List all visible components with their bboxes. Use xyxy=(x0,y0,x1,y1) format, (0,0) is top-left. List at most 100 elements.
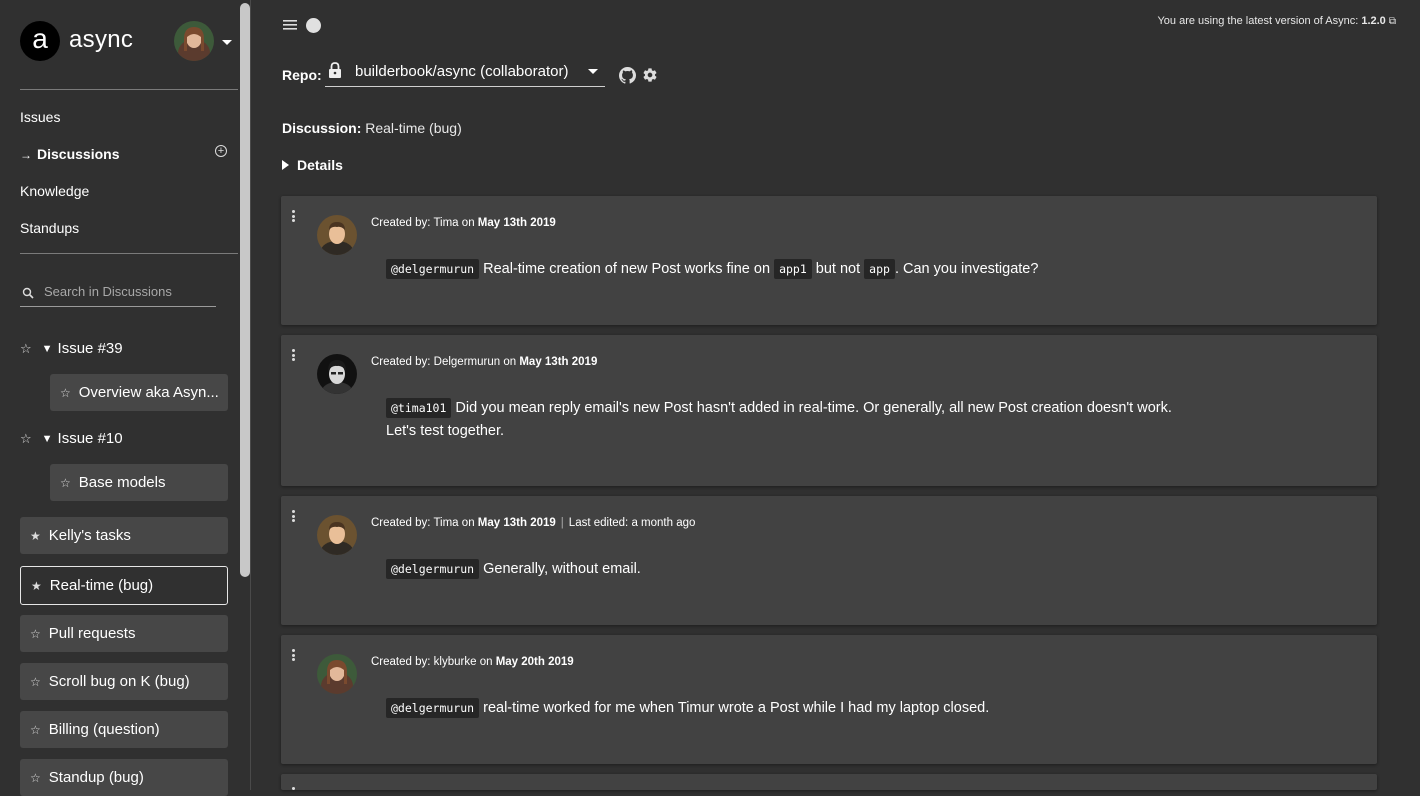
triangle-down-icon[interactable]: ▼ xyxy=(42,343,53,355)
post-meta: Created by: Tima on May 13th 2019 xyxy=(371,217,556,229)
discussion-name: Real-time (bug) xyxy=(365,120,462,136)
mention[interactable]: @delgermurun xyxy=(386,259,480,279)
post-body: @delgermurun Generally, without email. xyxy=(386,558,641,581)
separator: | xyxy=(560,517,564,529)
discussion-item-label: Pull requests xyxy=(48,625,136,642)
post-date: May 13th 2019 xyxy=(477,217,556,229)
group-label: Issue #10 xyxy=(57,430,123,447)
hamburger-menu-icon[interactable] xyxy=(283,19,297,31)
sidebar: a async Issues → Discussions + Knowledge … xyxy=(0,0,238,796)
more-vert-icon[interactable] xyxy=(292,510,295,524)
github-icon[interactable] xyxy=(619,67,636,84)
user-avatar[interactable] xyxy=(174,21,214,61)
nav-discussions[interactable]: → Discussions xyxy=(20,146,119,162)
group-label: Issue #39 xyxy=(57,340,123,357)
more-vert-icon[interactable] xyxy=(292,649,295,663)
created-label: Created by: xyxy=(371,656,431,668)
post-text: but not xyxy=(815,261,861,277)
last-edited: Last edited: a month ago xyxy=(568,517,696,529)
nav-knowledge[interactable]: Knowledge xyxy=(20,183,89,199)
inline-code: app xyxy=(864,259,895,279)
post-text: real-time worked for me when Timur wrote… xyxy=(483,700,990,716)
more-vert-icon[interactable] xyxy=(292,210,295,224)
post-author: Tima xyxy=(433,217,459,229)
author-avatar xyxy=(317,515,357,555)
repo-label: Repo: xyxy=(282,67,322,83)
nav-standups-label: Standups xyxy=(20,220,80,236)
author-avatar xyxy=(317,654,357,694)
discussion-item-standup[interactable]: ☆ Standup (bug) xyxy=(20,759,228,796)
version-text: You are using the latest version of Asyn… xyxy=(1157,15,1359,27)
post-meta: Created by: klyburke on May 20th 2019 xyxy=(371,656,574,668)
mention[interactable]: @delgermurun xyxy=(386,698,480,718)
discussion-item-billing[interactable]: ☆ Billing (question) xyxy=(20,711,228,748)
star-outline-icon[interactable]: ☆ xyxy=(20,341,32,357)
post-author: klyburke xyxy=(433,656,477,668)
chevron-down-icon xyxy=(588,69,598,74)
nav-discussions-label: Discussions xyxy=(37,146,120,162)
discussion-item-scroll-bug[interactable]: ☆ Scroll bug on K (bug) xyxy=(20,663,228,700)
triangle-down-icon[interactable]: ▼ xyxy=(42,433,53,445)
repo-value: builderbook/async (collaborator) xyxy=(355,63,569,80)
gear-icon[interactable] xyxy=(642,67,658,83)
post-card: Created by: klyburke on May 20th 2019 @d… xyxy=(281,635,1377,764)
on-label: on xyxy=(461,217,475,229)
sidebar-scrollbar-thumb[interactable] xyxy=(240,3,250,577)
lock-icon xyxy=(329,62,341,78)
inline-code: app1 xyxy=(774,259,812,279)
more-vert-icon[interactable] xyxy=(292,787,295,792)
post-body: @tima101 Did you mean reply email's new … xyxy=(386,397,1172,443)
star-outline-icon[interactable]: ☆ xyxy=(30,723,41,737)
search-icon xyxy=(22,287,34,299)
discussion-item-real-time[interactable]: ★ Real-time (bug) xyxy=(20,566,228,605)
async-logo[interactable]: a xyxy=(20,21,60,61)
mention[interactable]: @delgermurun xyxy=(386,559,480,579)
post-card: Created by: Delgermurun on May 13th 2019… xyxy=(281,335,1377,486)
author-avatar xyxy=(317,215,357,255)
discussion-item-label: Overview aka Asyn... xyxy=(78,384,219,401)
group-issue-10[interactable]: ☆ ▼ Issue #10 xyxy=(20,430,123,447)
details-toggle[interactable]: Details xyxy=(282,157,343,173)
discussion-title: Discussion: Real-time (bug) xyxy=(282,120,462,136)
post-card: Created by: Tima on May 13th 2019 | Last e… xyxy=(281,496,1377,625)
star-filled-icon[interactable]: ★ xyxy=(31,579,42,593)
discussion-item-label: Real-time (bug) xyxy=(49,577,154,594)
add-discussion-plus-icon[interactable]: + xyxy=(215,145,227,157)
star-outline-icon[interactable]: ☆ xyxy=(60,476,71,490)
triangle-right-icon xyxy=(282,160,289,170)
logo-letter: a xyxy=(32,23,48,54)
post-meta: Created by: Tima on May 13th 2019 | Last e… xyxy=(371,517,695,529)
divider xyxy=(20,253,238,254)
status-dot-icon[interactable] xyxy=(306,18,321,33)
discussion-item-pull-requests[interactable]: ☆ Pull requests xyxy=(20,615,228,652)
discussion-item-overview[interactable]: ☆ Overview aka Asyn... xyxy=(50,374,228,411)
group-issue-39[interactable]: ☆ ▼ Issue #39 xyxy=(20,340,123,357)
nav-standups[interactable]: Standups xyxy=(20,220,79,236)
more-vert-icon[interactable] xyxy=(292,349,295,363)
mention[interactable]: @tima101 xyxy=(386,398,452,418)
divider xyxy=(20,89,238,90)
star-outline-icon[interactable]: ☆ xyxy=(30,627,41,641)
nav-issues-label: Issues xyxy=(20,109,61,125)
discussion-item-base-models[interactable]: ☆ Base models xyxy=(50,464,228,501)
star-outline-icon[interactable]: ☆ xyxy=(20,431,32,447)
nav-issues[interactable]: Issues xyxy=(20,109,60,125)
version-number: 1.2.0 xyxy=(1361,15,1386,27)
user-menu-chevron-down-icon[interactable] xyxy=(222,40,232,45)
repo-select[interactable]: builderbook/async (collaborator) xyxy=(325,58,605,87)
external-link-icon[interactable]: ⧉ xyxy=(1389,16,1396,27)
search-field xyxy=(20,282,216,307)
discussion-item-label: Scroll bug on K (bug) xyxy=(48,673,190,690)
star-filled-icon[interactable]: ★ xyxy=(30,529,41,543)
discussion-item-label: Billing (question) xyxy=(48,721,160,738)
discussion-item-kellys-tasks[interactable]: ★ Kelly's tasks xyxy=(20,517,228,554)
star-outline-icon[interactable]: ☆ xyxy=(60,386,71,400)
star-outline-icon[interactable]: ☆ xyxy=(30,675,41,689)
on-label: on xyxy=(479,656,493,668)
star-outline-icon[interactable]: ☆ xyxy=(30,771,41,785)
discussion-label: Discussion: xyxy=(282,120,362,136)
post-meta: Created by: Delgermurun on May 13th 2019 xyxy=(371,356,597,368)
discussion-item-label: Kelly's tasks xyxy=(48,527,131,544)
search-input[interactable] xyxy=(44,284,214,299)
on-label: on xyxy=(503,356,517,368)
